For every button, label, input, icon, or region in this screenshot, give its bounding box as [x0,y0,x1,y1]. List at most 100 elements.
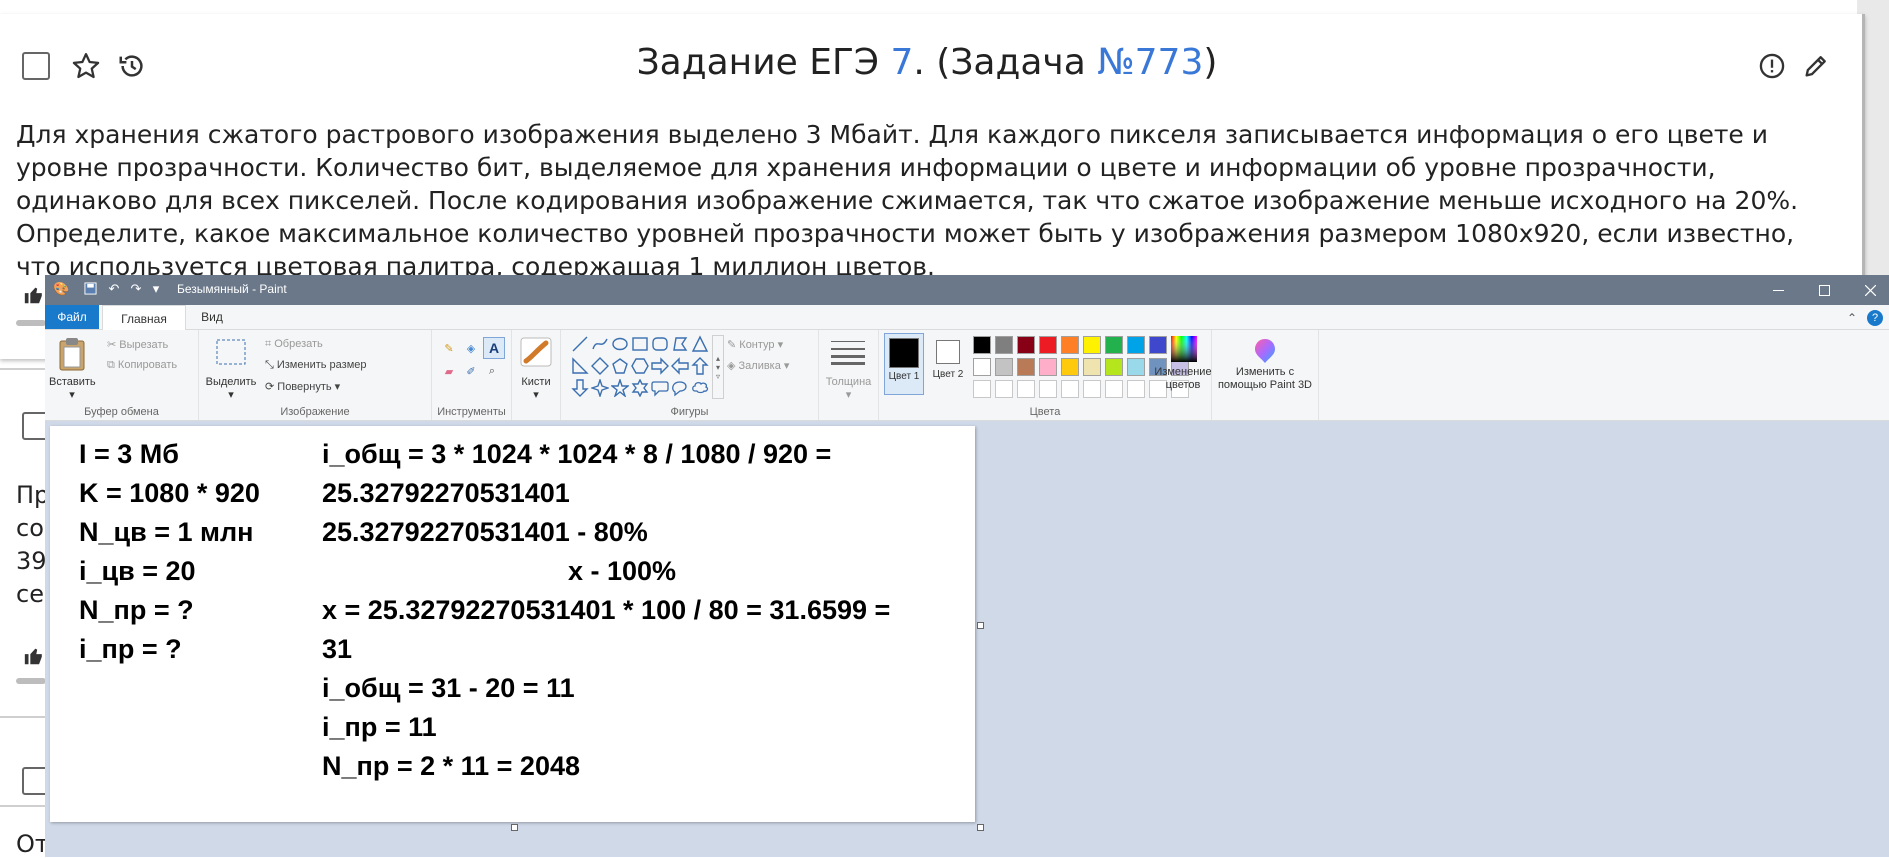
shape-triangle-icon[interactable] [691,335,709,353]
fill-button[interactable]: ◈ Заливка ▾ [727,359,789,372]
brushes-button[interactable]: Кисти [514,376,558,389]
brushes-dropdown-icon[interactable]: ▾ [514,389,558,402]
palette-swatch[interactable] [1039,358,1057,376]
minimize-button[interactable] [1755,275,1801,305]
shapes-scroll-icon[interactable]: ▴ ▾ ▿ [712,335,724,399]
tab-file[interactable]: Файл [45,305,99,329]
palette-swatch[interactable] [1127,336,1145,354]
shape-oval-icon[interactable] [611,335,629,353]
color2-button[interactable]: Цвет 2 [929,333,967,395]
palette-swatch[interactable] [1039,336,1057,354]
crop-button[interactable]: ⌗ Обрезать [265,338,323,351]
select-button[interactable]: Выделить [203,376,259,389]
color-picker-icon[interactable]: ✐ [462,362,480,380]
magnifier-icon[interactable]: ⌕ [483,362,501,380]
edit-icon[interactable] [1800,50,1832,82]
quick-access-dropdown-icon[interactable]: ▾ [149,282,163,296]
palette-swatch[interactable] [1039,380,1057,398]
palette-swatch[interactable] [973,380,991,398]
cut-button[interactable]: ✂ Вырезать [107,338,168,351]
shape-left-arrow-icon[interactable] [671,357,689,375]
palette-swatch[interactable] [1017,358,1035,376]
star-icon[interactable] [70,50,102,82]
shape-rounded-rectangle-icon[interactable] [651,335,669,353]
canvas-resize-handle-corner[interactable] [977,824,984,831]
size-icon[interactable] [831,338,865,366]
shape-rectangle-icon[interactable] [631,335,649,353]
canvas-resize-handle-bottom[interactable] [511,824,518,831]
task-id-link[interactable]: №773 [1097,42,1203,83]
shape-six-point-star-icon[interactable] [631,378,649,398]
palette-swatch[interactable] [1127,380,1145,398]
palette-swatch[interactable] [1127,358,1145,376]
edit-colors-button[interactable]: Изменение цветов [1151,366,1215,392]
palette-swatch[interactable] [1105,380,1123,398]
text-tool-icon[interactable]: A [483,337,505,359]
palette-swatch[interactable] [1083,358,1101,376]
palette-swatch[interactable] [995,336,1013,354]
palette-swatch[interactable] [995,358,1013,376]
palette-swatch[interactable] [1105,336,1123,354]
shape-pentagon-icon[interactable] [611,357,629,375]
palette-swatch[interactable] [1105,358,1123,376]
shape-right-triangle-icon[interactable] [571,357,589,375]
like-icon[interactable] [22,644,46,668]
color1-button[interactable]: Цвет 1 [884,333,924,395]
eraser-icon[interactable]: ▰ [440,362,458,380]
brushes-icon[interactable] [520,336,552,368]
help-icon[interactable]: ? [1867,310,1883,326]
paste-icon[interactable] [57,336,87,372]
select-icon[interactable] [215,338,247,366]
outline-button[interactable]: ✎ Контур ▾ [727,338,783,351]
palette-swatch[interactable] [1017,336,1035,354]
pencil-icon[interactable]: ✎ [440,339,458,357]
fill-icon[interactable]: ◈ [462,339,480,357]
palette-swatch[interactable] [995,380,1013,398]
paste-dropdown-icon[interactable]: ▾ [49,389,95,402]
tab-view[interactable]: Вид [187,305,237,329]
palette-swatch[interactable] [1083,380,1101,398]
paste-button[interactable]: Вставить [49,376,96,389]
palette-swatch[interactable] [1017,380,1035,398]
palette-swatch[interactable] [1083,336,1101,354]
shape-down-arrow-icon[interactable] [571,379,589,397]
shape-line-icon[interactable] [571,335,589,353]
task-number-link[interactable]: 7 [891,42,914,83]
task-checkbox[interactable] [22,52,50,80]
palette-swatch[interactable] [1149,336,1167,354]
collapse-ribbon-icon[interactable]: ⌃ [1845,311,1859,325]
palette-swatch[interactable] [973,336,991,354]
rotate-button[interactable]: ⟳ Повернуть ▾ [265,380,340,393]
like-icon[interactable] [22,283,46,307]
shape-four-point-star-icon[interactable] [589,377,611,399]
shape-right-arrow-icon[interactable] [651,357,669,375]
shape-up-arrow-icon[interactable] [691,357,709,375]
close-button[interactable] [1847,275,1889,305]
palette-swatch[interactable] [1061,380,1079,398]
edit-colors-icon[interactable] [1171,336,1197,362]
size-dropdown-icon[interactable]: ▾ [819,389,878,402]
redo-icon[interactable]: ↷ [129,282,143,296]
palette-swatch[interactable] [1061,336,1079,354]
copy-button[interactable]: ⧉ Копировать [107,359,177,372]
shape-rounded-callout-icon[interactable] [651,379,669,397]
history-icon[interactable] [116,50,148,82]
resize-button[interactable]: ⤡ Изменить размер [265,359,367,372]
paint-canvas[interactable]: I = 3 Мб K = 1080 * 920 N_цв = 1 млн i_ц… [50,426,975,822]
shape-polygon-icon[interactable] [671,335,689,353]
palette-swatch[interactable] [1061,358,1079,376]
palette-swatch[interactable] [973,358,991,376]
shape-curve-icon[interactable] [591,335,609,353]
paint3d-button[interactable]: Изменить с помощью Paint 3D [1214,366,1316,392]
shape-five-point-star-icon[interactable] [610,377,630,399]
paint3d-icon[interactable] [1250,336,1280,366]
report-icon[interactable] [1756,50,1788,82]
shape-oval-callout-icon[interactable] [671,379,689,397]
shape-hexagon-icon[interactable] [631,357,649,375]
select-dropdown-icon[interactable]: ▾ [203,389,259,402]
shape-diamond-icon[interactable] [591,357,609,375]
tab-home[interactable]: Главная [102,305,186,331]
save-icon[interactable] [83,282,97,296]
canvas-resize-handle-right[interactable] [977,622,984,629]
undo-icon[interactable]: ↶ [107,282,121,296]
